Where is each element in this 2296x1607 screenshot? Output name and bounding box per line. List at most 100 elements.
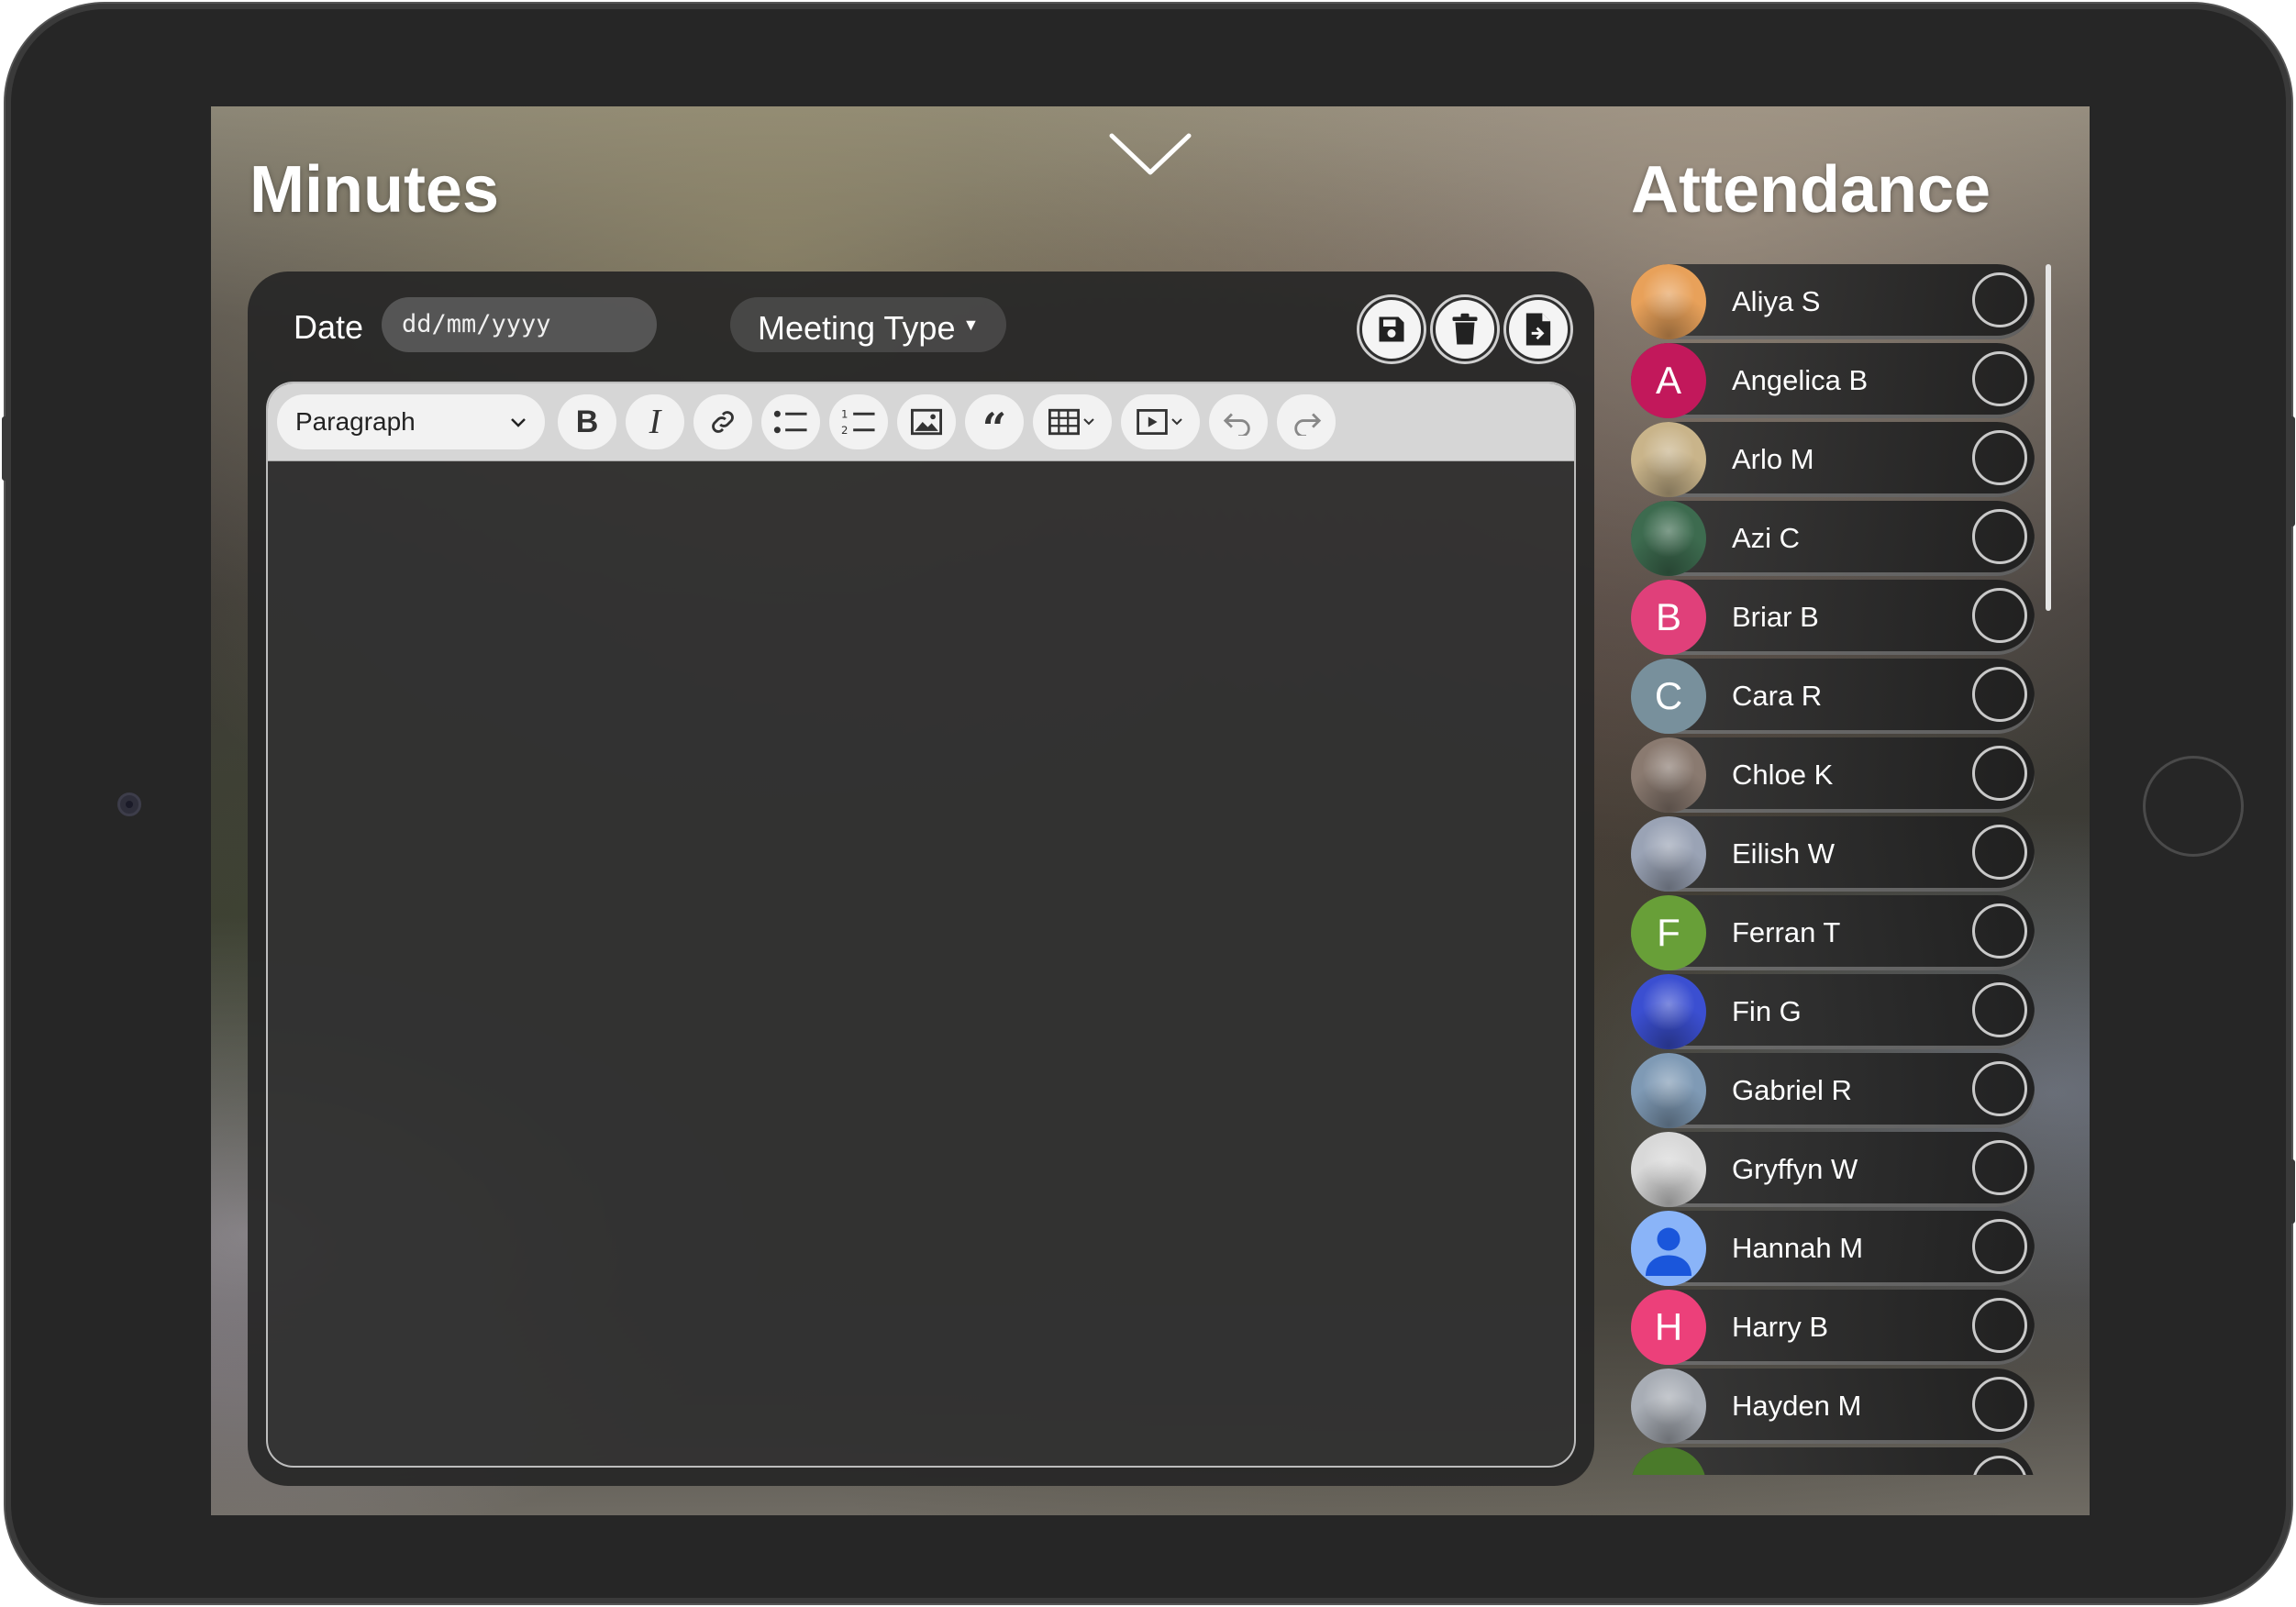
attendance-checkbox[interactable] [1972, 982, 2027, 1037]
save-icon [1379, 316, 1404, 342]
attendance-checkbox[interactable] [1972, 1061, 2027, 1116]
attendance-checkbox[interactable] [1972, 746, 2027, 801]
table-icon [1048, 408, 1080, 436]
home-button[interactable] [2143, 756, 2244, 857]
attendance-row[interactable]: Arlo M [1631, 422, 2035, 497]
caret-down-icon: ▼ [962, 316, 980, 334]
avatar [1631, 501, 1706, 576]
member-name: Gabriel R [1732, 1074, 1852, 1106]
attendance-title: Attendance [1631, 153, 1991, 227]
attendance-checkbox[interactable] [1972, 825, 2027, 880]
attendance-scrollbar[interactable] [2046, 264, 2051, 611]
member-name: Ferran T [1732, 916, 1841, 948]
blockquote-button[interactable]: “ [965, 394, 1024, 449]
avatar [1631, 422, 1706, 497]
block-format-select[interactable]: Paragraph [277, 394, 545, 449]
attendance-checkbox[interactable] [1972, 1219, 2027, 1274]
chevron-down-icon [511, 418, 526, 427]
bulleted-list-button[interactable] [761, 394, 820, 449]
attendance-row[interactable]: H Harry B [1631, 1290, 2035, 1365]
bulleted-list-icon [773, 410, 807, 434]
avatar: H [1631, 1290, 1706, 1365]
chevron-down-icon[interactable] [1106, 127, 1194, 182]
minutes-panel: Date dd/mm/yyyy Meeting Type ▼ Paragraph… [248, 272, 1594, 1486]
avatar-initial: C [1654, 674, 1683, 717]
minutes-title: Minutes [250, 153, 500, 227]
svg-text:2: 2 [841, 424, 848, 437]
bold-icon: B [575, 404, 599, 439]
avatar [1631, 974, 1706, 1049]
member-name: Hannah M [1732, 1232, 1864, 1264]
member-name: Fin G [1732, 995, 1802, 1027]
avatar [1631, 1211, 1706, 1286]
save-button[interactable] [1359, 297, 1424, 361]
attendance-row[interactable]: Hannah M [1631, 1211, 2035, 1286]
attendance-row[interactable]: C Cara R [1631, 659, 2035, 734]
side-button [2290, 416, 2295, 526]
attendance-row[interactable]: Azi C [1631, 501, 2035, 576]
avatar [1631, 1369, 1706, 1444]
attendance-row[interactable]: Aliya S [1631, 264, 2035, 339]
meeting-type-dropdown[interactable]: Meeting Type ▼ [730, 297, 1007, 352]
undo-icon [1223, 413, 1250, 436]
member-name: Azi C [1732, 522, 1801, 554]
avatar: C [1631, 659, 1706, 734]
attendance-row[interactable]: Fin G [1631, 974, 2035, 1049]
bold-button[interactable]: B [558, 394, 616, 449]
attendance-row[interactable]: Gryffyn W [1631, 1132, 2035, 1207]
export-button[interactable] [1506, 297, 1570, 361]
media-button[interactable] [1121, 394, 1200, 449]
redo-button[interactable] [1277, 394, 1336, 449]
chevron-down-icon [1171, 418, 1182, 426]
member-name: Chloe K [1732, 759, 1834, 791]
editor-content-area[interactable] [268, 460, 1574, 1466]
date-input[interactable]: dd/mm/yyyy [382, 297, 657, 352]
svg-text:1: 1 [841, 408, 848, 421]
chevron-down-icon [1083, 418, 1094, 426]
attendance-checkbox[interactable] [1972, 272, 2027, 327]
trash-icon [1452, 313, 1478, 345]
image-icon [911, 408, 942, 436]
attendance-checkbox[interactable] [1972, 667, 2027, 722]
export-file-icon [1525, 313, 1551, 346]
attendance-row[interactable]: Chloe K [1631, 737, 2035, 813]
attendance-checkbox[interactable] [1972, 351, 2027, 406]
redo-icon [1294, 413, 1322, 436]
app-screen: Minutes Attendance Date dd/mm/yyyy Meeti… [211, 106, 2090, 1515]
attendance-row[interactable]: Gabriel R [1631, 1053, 2035, 1128]
attendance-row[interactable]: Eilish W [1631, 816, 2035, 892]
attendance-row[interactable]: F Ferran T [1631, 895, 2035, 970]
attendance-checkbox[interactable] [1972, 1377, 2027, 1432]
tablet-frame: Minutes Attendance Date dd/mm/yyyy Meeti… [2, 4, 2295, 1603]
numbered-list-button[interactable]: 1 2 [829, 394, 888, 449]
avatar: F [1631, 895, 1706, 970]
attendance-checkbox[interactable] [1972, 1140, 2027, 1195]
attendance-checkbox[interactable] [1972, 430, 2027, 485]
rich-text-editor[interactable]: Paragraph B I 1 2 “ [266, 382, 1576, 1468]
member-name: Gryffyn W [1732, 1153, 1858, 1185]
undo-button[interactable] [1209, 394, 1268, 449]
volume-button [2, 416, 7, 481]
person-icon [1646, 1227, 1691, 1276]
avatar-initial: F [1657, 911, 1680, 954]
attendance-row[interactable]: B Briar B [1631, 580, 2035, 655]
attendance-checkbox[interactable] [1972, 509, 2027, 564]
media-icon [1137, 409, 1168, 435]
table-button[interactable] [1033, 394, 1112, 449]
link-button[interactable] [693, 394, 752, 449]
attendance-list[interactable]: Aliya S A Angelica B Arlo M Azi C B Briar B C Ca… [1631, 264, 2042, 1475]
member-name: Eilish W [1732, 837, 1835, 870]
attendance-row[interactable]: A Angelica B [1631, 343, 2035, 418]
attendance-row[interactable]: Hayden M [1631, 1369, 2035, 1444]
editor-toolbar: Paragraph B I 1 2 “ [268, 383, 1574, 461]
italic-button[interactable]: I [626, 394, 684, 449]
attendance-checkbox[interactable] [1972, 903, 2027, 959]
image-button[interactable] [897, 394, 956, 449]
attendance-checkbox[interactable] [1972, 1456, 2027, 1475]
delete-button[interactable] [1433, 297, 1497, 361]
attendance-checkbox[interactable] [1972, 588, 2027, 643]
member-name: Aliya S [1732, 285, 1821, 317]
attendance-row[interactable] [1631, 1447, 2035, 1475]
link-icon [712, 411, 734, 433]
attendance-checkbox[interactable] [1972, 1298, 2027, 1353]
